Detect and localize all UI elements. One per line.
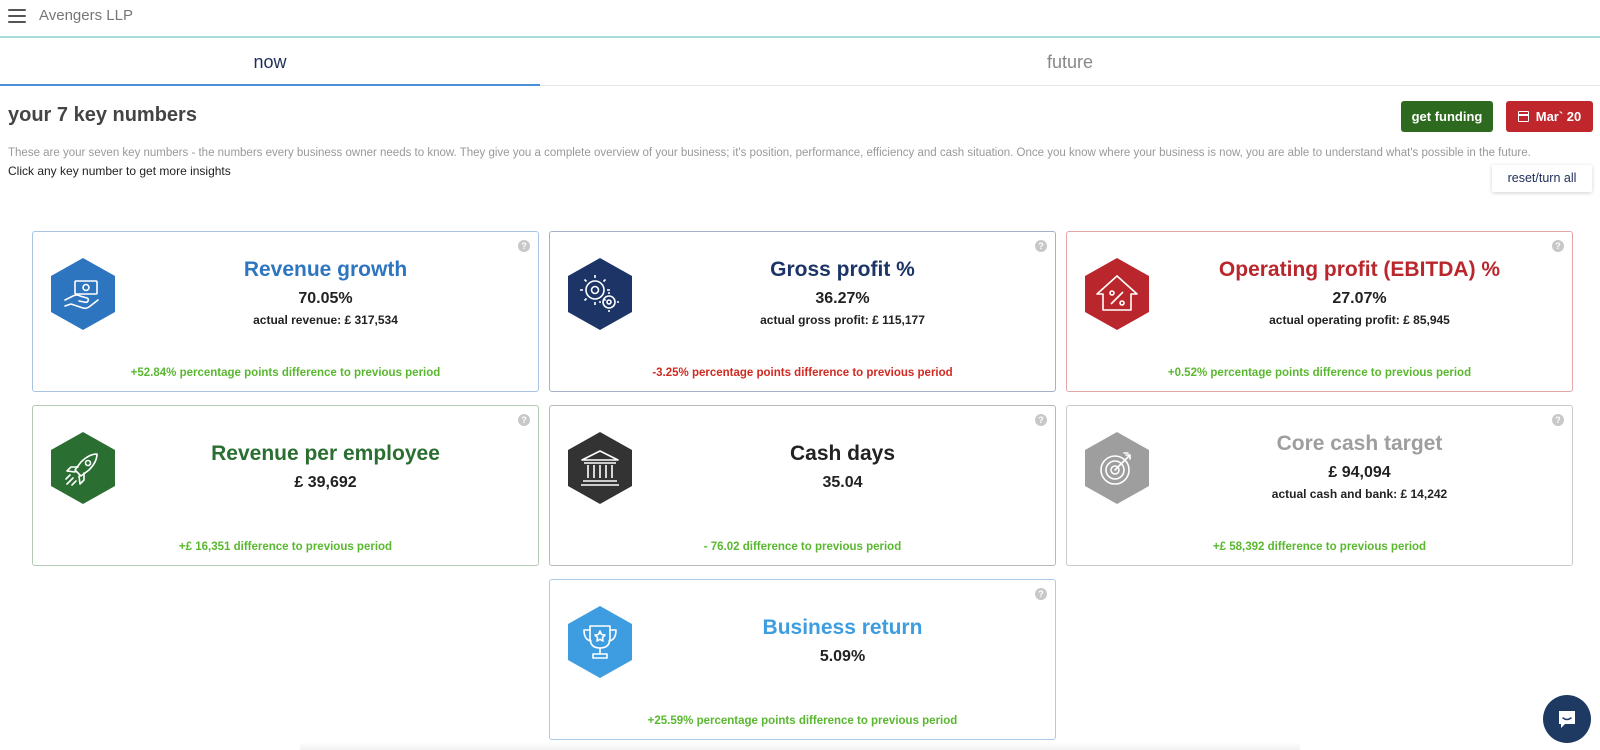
tab-future[interactable]: future — [540, 40, 1600, 86]
card-title: Core cash target — [1276, 432, 1443, 455]
reset-turn-all-button[interactable]: reset/turn all — [1492, 165, 1592, 192]
card-title: Gross profit % — [770, 258, 915, 281]
card-title: Revenue growth — [243, 258, 408, 281]
help-icon[interactable]: ? — [1035, 414, 1047, 426]
card-revenue-per-employee[interactable]: ? Revenue per employee £ 39,692 +£ 16,35… — [32, 405, 539, 566]
menu-icon[interactable] — [8, 9, 26, 25]
card-subvalue: actual operating profit: £ 85,945 — [1167, 313, 1552, 327]
card-value: £ 39,692 — [294, 474, 357, 491]
gears-icon — [566, 256, 634, 332]
card-value: 35.04 — [822, 474, 863, 491]
card-operating-profit[interactable]: ? Operating profit (EBITDA) % 27.07% act… — [1066, 231, 1573, 392]
app-title: Avengers LLP — [39, 7, 133, 24]
card-difference: +£ 58,392 difference to previous period — [1212, 541, 1427, 553]
house-percent-icon — [1083, 256, 1151, 332]
bank-icon — [566, 430, 634, 506]
sub-value: £ 115,177 — [872, 313, 925, 327]
cash-hand-icon — [49, 256, 117, 332]
card-value: 36.27% — [815, 290, 870, 307]
card-value: 5.09% — [819, 648, 866, 665]
card-gross-profit[interactable]: ? Gross profit % 36.27% actual gross pro… — [549, 231, 1056, 392]
card-title: Cash days — [789, 442, 896, 465]
sub-label: actual operating profit: — [1269, 313, 1400, 327]
date-picker-button[interactable]: Mar` 20 — [1506, 101, 1593, 132]
card-business-return[interactable]: ? Business return 5.09% +25.59% percenta… — [549, 579, 1056, 740]
help-icon[interactable]: ? — [518, 414, 530, 426]
card-subvalue: actual gross profit: £ 115,177 — [650, 313, 1035, 327]
date-label: Mar` 20 — [1535, 109, 1582, 124]
chat-launcher-button[interactable] — [1543, 695, 1591, 743]
card-value: 27.07% — [1332, 290, 1387, 307]
sub-value: £ 14,242 — [1400, 487, 1448, 501]
card-cash-days[interactable]: ? Cash days 35.04 - 76.02 difference to … — [549, 405, 1056, 566]
card-title: Revenue per employee — [211, 442, 440, 465]
card-difference: +52.84% percentage points difference to … — [130, 367, 441, 379]
help-icon[interactable]: ? — [1552, 414, 1564, 426]
card-value: £ 94,094 — [1328, 464, 1391, 481]
sub-label: actual revenue: — [253, 313, 342, 327]
card-subvalue: actual cash and bank: £ 14,242 — [1167, 487, 1552, 501]
help-icon[interactable]: ? — [1035, 240, 1047, 252]
card-subvalue: actual revenue: £ 317,534 — [133, 313, 518, 327]
card-difference: - 76.02 difference to previous period — [703, 541, 902, 553]
card-difference: +0.52% percentage points difference to p… — [1167, 367, 1472, 379]
chat-icon — [1559, 711, 1575, 728]
card-difference: +25.59% percentage points difference to … — [647, 715, 958, 727]
card-difference: -3.25% percentage points difference to p… — [652, 367, 953, 379]
sub-label: actual cash and bank: — [1271, 487, 1398, 501]
card-core-cash-target[interactable]: ? Core cash target £ 94,094 actual cash … — [1066, 405, 1573, 566]
target-icon — [1083, 430, 1151, 506]
card-title: Operating profit (EBITDA) % — [1218, 258, 1501, 281]
tab-bar: now future — [0, 40, 1600, 86]
card-title: Business return — [762, 616, 923, 639]
sub-value: £ 85,945 — [1403, 313, 1450, 327]
tab-now[interactable]: now — [0, 40, 540, 86]
hint-text: Click any key number to get more insight… — [8, 164, 231, 178]
card-revenue-growth[interactable]: ? Revenue growth 70.05% actual revenue: … — [32, 231, 539, 392]
intro-text: These are your seven key numbers - the n… — [8, 147, 1531, 159]
help-icon[interactable]: ? — [1035, 588, 1047, 600]
top-bar: Avengers LLP — [0, 0, 1600, 38]
scroll-shadow — [300, 742, 1300, 750]
help-icon[interactable]: ? — [518, 240, 530, 252]
rocket-icon — [49, 430, 117, 506]
help-icon[interactable]: ? — [1552, 240, 1564, 252]
card-value: 70.05% — [298, 290, 353, 307]
trophy-icon — [566, 604, 634, 680]
get-funding-button[interactable]: get funding — [1401, 101, 1493, 132]
card-difference: +£ 16,351 difference to previous period — [178, 541, 393, 553]
sub-label: actual gross profit: — [760, 313, 869, 327]
page-title: your 7 key numbers — [8, 104, 197, 126]
sub-value: £ 317,534 — [344, 313, 398, 327]
calendar-icon — [1517, 111, 1529, 122]
